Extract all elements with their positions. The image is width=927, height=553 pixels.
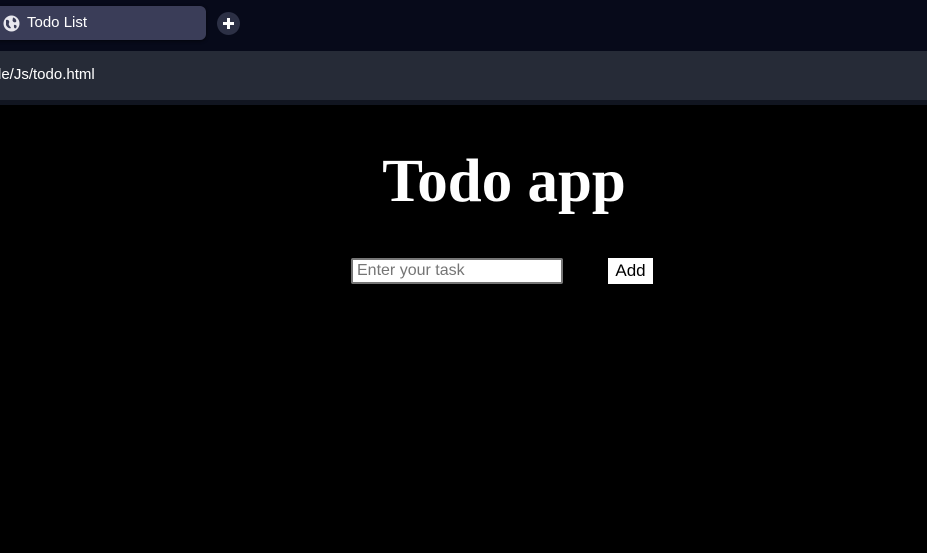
tab-title: Todo List xyxy=(27,14,88,31)
add-button[interactable]: Add xyxy=(606,256,655,286)
new-tab-button[interactable] xyxy=(217,12,240,35)
plus-icon xyxy=(223,18,234,29)
url-text[interactable]: le/Js/todo.html xyxy=(0,66,95,84)
page-title: Todo app xyxy=(382,148,626,215)
globe-icon xyxy=(3,15,20,32)
address-bar[interactable]: le/Js/todo.html xyxy=(0,51,927,100)
task-input[interactable] xyxy=(351,258,563,284)
toolbar-divider xyxy=(0,100,927,105)
tab-strip: Todo List xyxy=(0,0,927,51)
tab-todo-list[interactable]: Todo List xyxy=(0,6,206,40)
